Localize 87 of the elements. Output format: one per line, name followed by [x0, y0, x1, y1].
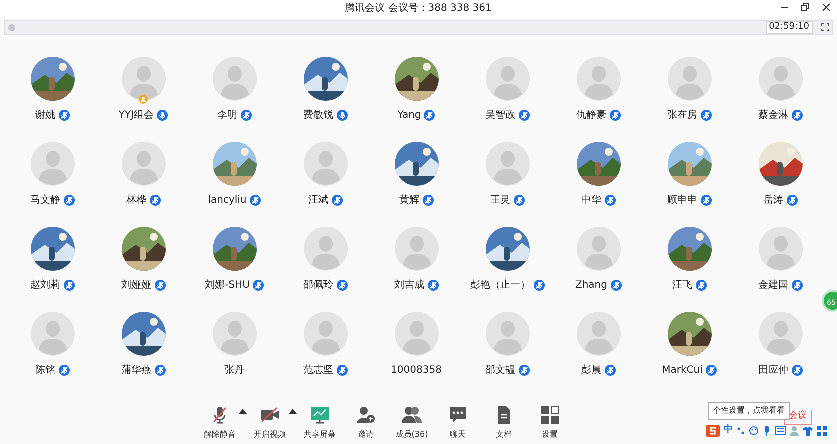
participant-name: 张丹 — [224, 364, 244, 378]
emoji-icon[interactable] — [749, 426, 759, 436]
default-avatar — [486, 312, 530, 356]
default-avatar — [394, 312, 438, 356]
window-title: 腾讯会议 会议号：388 338 361 — [345, 2, 492, 16]
participant-name: 费敏锐 — [304, 108, 334, 123]
shirt-icon[interactable] — [803, 426, 813, 436]
fullscreen-icon[interactable] — [820, 23, 830, 32]
participant-name: 彭艳（止一） — [470, 278, 530, 293]
participant-name: 金建国 — [758, 278, 788, 293]
participant-name: Zhang — [575, 279, 608, 293]
users-icon — [402, 405, 422, 425]
ime-logo-icon[interactable] — [706, 424, 720, 437]
default-avatar — [576, 57, 620, 101]
participant-name: 黄辉 — [400, 194, 420, 208]
default-avatar — [758, 227, 802, 271]
participant-name: 刘娅娅 — [122, 278, 152, 293]
default-avatar — [30, 142, 74, 186]
toolbar-button[interactable]: 设置 — [527, 395, 573, 444]
default-avatar — [122, 142, 166, 186]
toolbar-button[interactable]: 解除静音 — [197, 395, 243, 444]
participant-name: 彭晨 — [582, 364, 602, 378]
participant-name: 邵文韫 — [486, 364, 516, 378]
participant-name: 张在房 — [668, 108, 698, 123]
participant-name: 李明 — [218, 108, 238, 123]
participant-name: 岳涛 — [764, 194, 784, 208]
default-avatar — [576, 312, 620, 356]
participant-name: 10008358 — [391, 364, 442, 378]
microphone-icon[interactable] — [763, 426, 771, 436]
toolbar-button[interactable]: 开启视频 — [247, 395, 293, 444]
ime-mode[interactable]: 中 — [724, 424, 733, 438]
participant-name: 仇静豪 — [576, 108, 606, 123]
restore-icon[interactable] — [801, 3, 810, 12]
default-avatar — [304, 227, 348, 271]
default-avatar — [486, 57, 530, 101]
caret-icon[interactable] — [289, 409, 297, 415]
camera-off-icon — [260, 405, 280, 425]
participant-name: MarkCui — [662, 364, 703, 378]
participant-name: 范志坚 — [304, 364, 334, 378]
chat-icon — [448, 405, 468, 425]
grid-icon[interactable] — [817, 426, 827, 436]
toolbar-button[interactable]: 邀请 — [343, 395, 389, 444]
add-user-icon — [356, 405, 376, 425]
participant-name: 汪斌 — [308, 194, 328, 208]
participant-name: 刘娜-SHU — [205, 278, 250, 293]
participant-name: 王灵 — [490, 194, 510, 208]
punctuation-icon[interactable] — [737, 426, 745, 436]
default-avatar — [212, 312, 256, 356]
participant-name: 陈铭 — [36, 364, 56, 378]
tooltip: 个性设置，点我看看 — [708, 402, 790, 420]
participant-name: 汪飞 — [672, 279, 692, 293]
participant-name: lancyliu — [208, 194, 247, 208]
participant-name: 谢姚 — [36, 108, 56, 123]
toolbar-button[interactable]: 聊天 — [435, 395, 481, 444]
default-avatar — [394, 227, 438, 271]
default-avatar — [486, 142, 530, 186]
default-avatar — [758, 312, 802, 356]
participant-name: Yang — [398, 109, 422, 123]
caret-icon[interactable] — [239, 409, 247, 415]
default-avatar — [758, 57, 802, 101]
meeting-timer: 02:59:10 — [766, 21, 812, 34]
participant-name: 马文静 — [30, 194, 60, 208]
default-avatar — [304, 142, 348, 186]
participant-name: 赵刘莉 — [30, 278, 60, 293]
default-avatar — [576, 227, 620, 271]
screen-icon — [310, 405, 330, 425]
grid-icon — [540, 405, 560, 425]
participant-name: YYJ组会 — [118, 109, 154, 123]
participant-name: 林桦 — [126, 194, 146, 208]
default-avatar — [668, 57, 712, 101]
default-avatar — [30, 312, 74, 356]
default-avatar — [212, 57, 256, 101]
participant-name: 田应仲 — [758, 364, 788, 378]
participant-name: 蔡金淋 — [758, 108, 788, 123]
participant-name: 顾申申 — [668, 194, 698, 208]
participant-name: 刘吉成 — [394, 278, 424, 293]
default-avatar — [122, 57, 166, 101]
toolbar-button[interactable]: 文档 — [481, 395, 527, 444]
keyboard-icon[interactable] — [775, 426, 786, 436]
close-icon[interactable] — [822, 3, 831, 12]
participant-name: 蒲华燕 — [122, 364, 152, 378]
toolbar-button[interactable]: 成员(36) — [389, 395, 435, 444]
participant-name: 吴智政 — [486, 109, 516, 123]
participant-name: 邵佩玲 — [304, 279, 334, 293]
participant-name: 中华 — [582, 194, 602, 208]
toolbar-button[interactable]: 共享屏幕 — [297, 395, 343, 444]
default-avatar — [304, 312, 348, 356]
